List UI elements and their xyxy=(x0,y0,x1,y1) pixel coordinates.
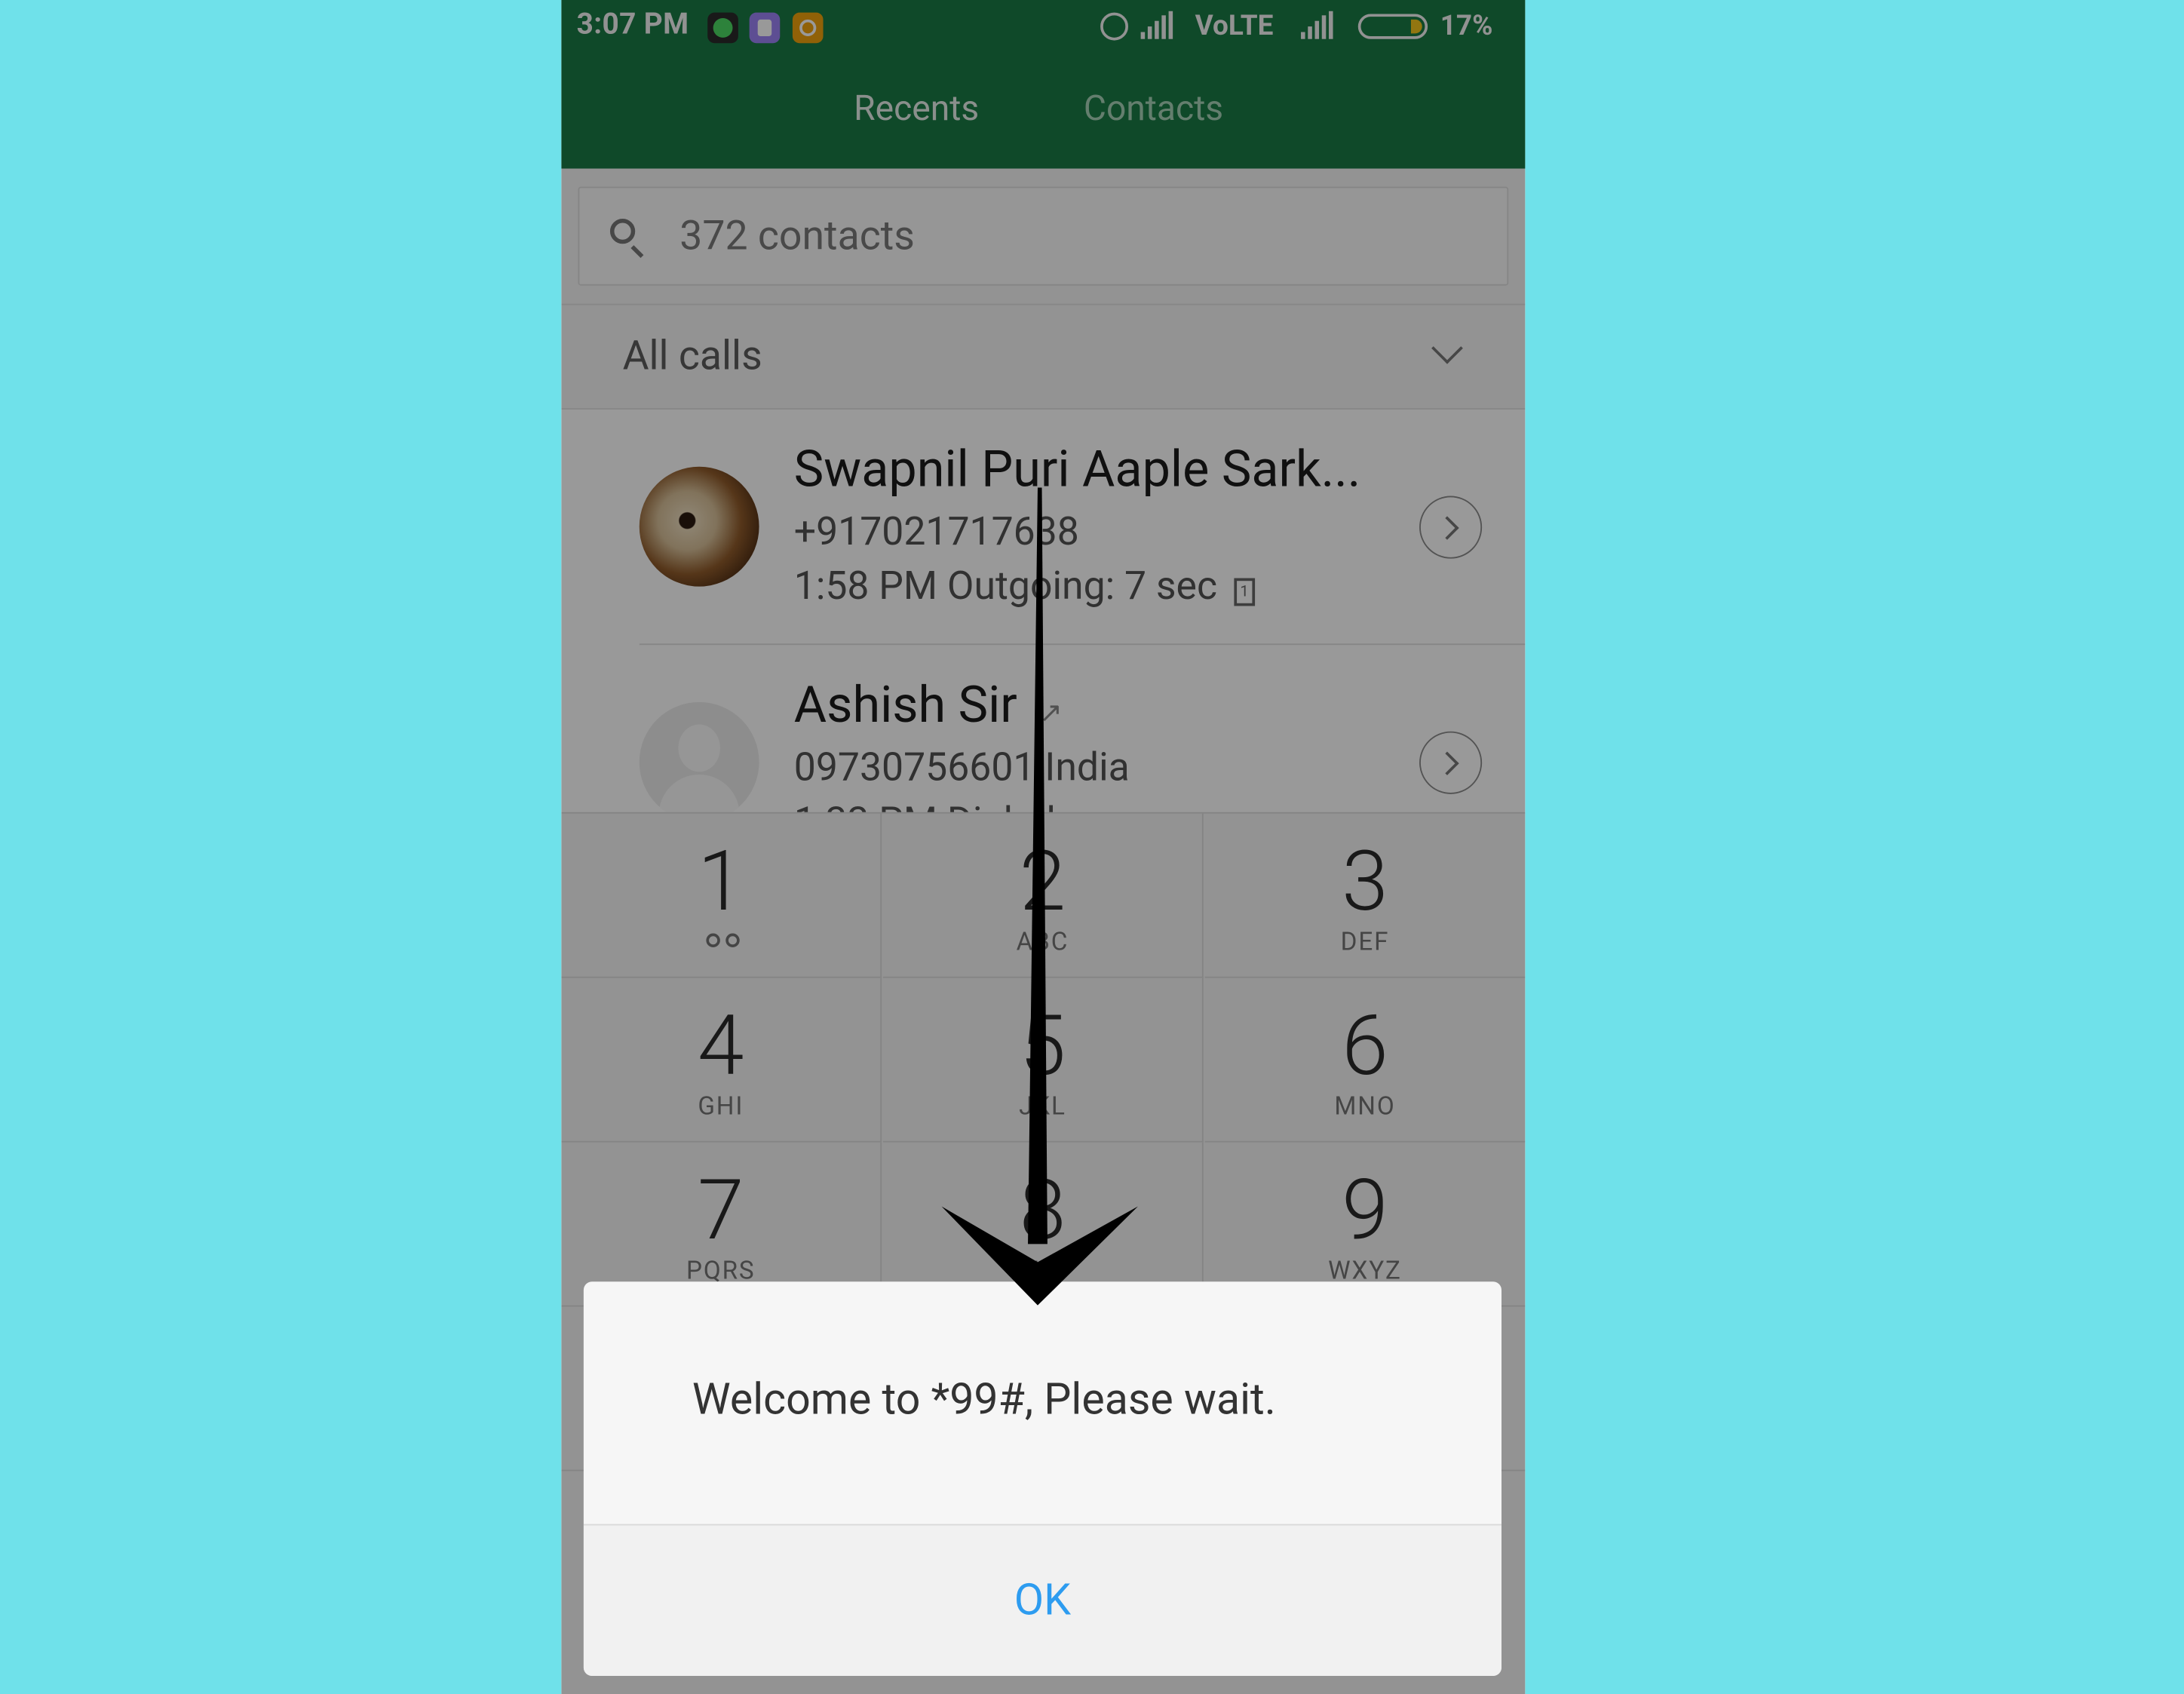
phone-screen: 3:07 PM VoLTE 17% Recents Contacts 372 c… xyxy=(561,0,1526,1694)
dialog-message: Welcome to *99#, Please wait. xyxy=(692,1373,1276,1425)
ok-button[interactable]: OK xyxy=(583,1525,1502,1676)
scene: 3:07 PM VoLTE 17% Recents Contacts 372 c… xyxy=(0,0,2184,1694)
ussd-dialog: Welcome to *99#, Please wait. OK xyxy=(583,1281,1502,1676)
